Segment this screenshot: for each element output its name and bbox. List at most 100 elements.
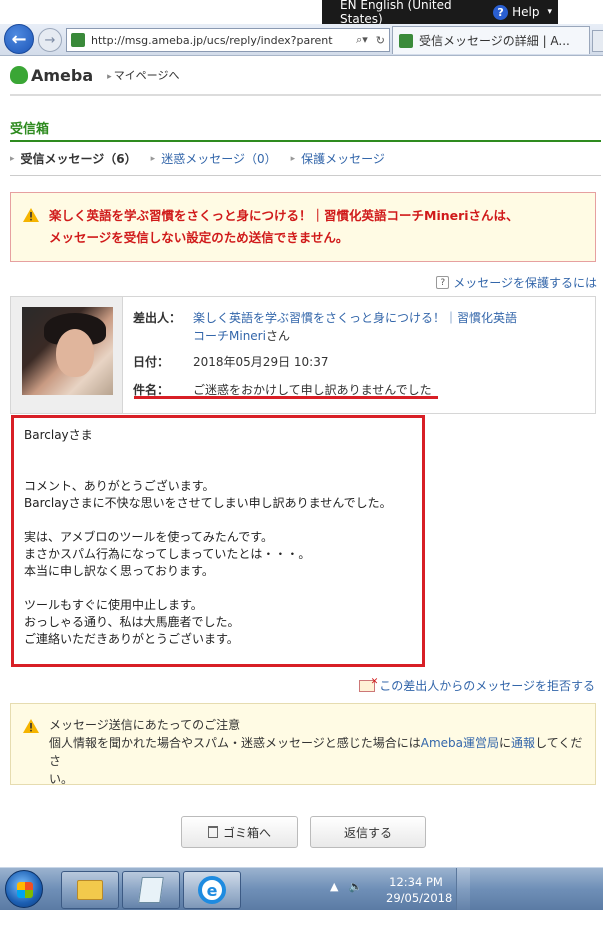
trash-button-label: ゴミ箱へ [222, 825, 271, 840]
body-line: おっしゃる通り、私は大馬鹿者でした。 [24, 615, 240, 629]
avatar[interactable] [22, 307, 113, 395]
taskbar-notepad-button[interactable] [122, 871, 180, 909]
date-row: 日付： 2018年05月29日 10:37 [133, 353, 595, 371]
warning-icon [23, 719, 39, 733]
show-desktop-button[interactable] [456, 868, 470, 911]
forward-button[interactable]: → [38, 28, 62, 52]
body-line: 実は、アメブロのツールを使ってみたんです。 [24, 530, 274, 544]
inbox-tabs: 受信メッセージ（6） 迷惑メッセージ（0） 保護メッセージ [10, 150, 385, 167]
help-label: Help [512, 5, 540, 19]
message-header: 差出人： 楽しく英語を学ぶ習慣をさくっと身につける！｜習慣化英語 コーチMine… [10, 296, 596, 414]
error-line-2: メッセージを受信しない設定のため送信できません。 [49, 230, 349, 245]
volume-icon[interactable]: 🔈 [348, 880, 362, 893]
ameba-support-link[interactable]: Ameba運営局 [421, 736, 499, 750]
tab-protected-messages[interactable]: 保護メッセージ [291, 150, 385, 167]
tab-inbox-messages[interactable]: 受信メッセージ（6） [10, 150, 137, 167]
sender-row: 差出人： 楽しく英語を学ぶ習慣をさくっと身につける！｜習慣化英語 コーチMine… [133, 309, 595, 345]
help-icon: ? [493, 4, 509, 20]
reply-button-label: 返信する [343, 825, 392, 840]
notice-text: メッセージ送信にあたってのご注意 個人情報を聞かれた場合やスパム・迷惑メッセージ… [49, 716, 585, 786]
sender-link-line2[interactable]: コーチMineri [193, 329, 266, 343]
message-body: Barclayさま コメント、ありがとうございます。 Barclayさまに不快な… [11, 415, 425, 667]
url-text: http://msg.ameba.jp/ucs/reply/index?pare… [91, 33, 333, 47]
report-link[interactable]: 通報 [511, 736, 535, 750]
block-sender-link[interactable]: この差出人からのメッセージを拒否する [359, 677, 595, 694]
taskbar-ie-button[interactable]: e [183, 871, 241, 909]
sender-avatar-cell [11, 297, 123, 413]
help-icon: ? [436, 276, 450, 289]
site-favicon-icon [71, 33, 85, 47]
start-button[interactable] [5, 870, 43, 908]
logo-text: Ameba [31, 65, 94, 85]
mypage-link[interactable]: マイページへ [107, 67, 180, 83]
sender-label: 差出人： [133, 311, 182, 325]
system-tray: ▲ 🔈 [330, 880, 362, 893]
notice-title: メッセージ送信にあたってのご注意 [49, 718, 241, 732]
body-line: ご連絡いただきありがとうございます。 [24, 632, 239, 646]
taskbar-explorer-button[interactable] [61, 871, 119, 909]
notice-body-pre: 個人情報を聞かれた場合やスパム・迷惑メッセージと感じた場合には [49, 736, 421, 750]
date-label: 日付： [133, 355, 170, 369]
error-alert: 楽しく英語を学ぶ習慣をさくっと身につける！｜習慣化英語コーチMineriさんは、… [10, 192, 596, 262]
refresh-icon[interactable]: ↻ [372, 34, 389, 47]
chevron-down-icon[interactable]: ▾ [547, 7, 558, 17]
clock-date: 29/05/2018 [386, 891, 453, 905]
clock-time: 12:34 PM [389, 875, 443, 889]
notice-body-mid: に [499, 736, 512, 750]
reply-button[interactable]: 返信する [310, 816, 426, 848]
block-sender-label: この差出人からのメッセージを拒否する [379, 679, 595, 693]
search-icon[interactable]: ⌕▾ [352, 33, 372, 47]
body-paragraph-1: コメント、ありがとうございます。 Barclayさまに不快な思いをさせてしまい申… [24, 478, 422, 512]
trash-button[interactable]: ゴミ箱へ [181, 816, 298, 848]
tab-spam-messages[interactable]: 迷惑メッセージ（0） [151, 150, 276, 167]
protect-link-label: メッセージを保護するには [453, 276, 597, 290]
notice-body-line2: い。 [49, 772, 74, 786]
tray-expand-icon[interactable]: ▲ [330, 880, 338, 893]
error-message: 楽しく英語を学ぶ習慣をさくっと身につける！｜習慣化英語コーチMineriさんは、… [49, 205, 519, 261]
windows-taskbar: e ▲ 🔈 12:34 PM 29/05/2018 [0, 867, 603, 911]
avatar-face [56, 329, 94, 377]
sender-value: 楽しく英語を学ぶ習慣をさくっと身につける！｜習慣化英語 コーチMineriさん [193, 309, 517, 345]
error-line-1: 楽しく英語を学ぶ習慣をさくっと身につける！｜習慣化英語コーチMineriさんは、 [49, 208, 519, 223]
bottom-blank [0, 910, 603, 936]
body-line: Barclayさまに不快な思いをさせてしまい申し訳ありませんでした。 [24, 496, 392, 510]
language-selector[interactable]: EN English (United States) [322, 0, 493, 26]
back-button[interactable]: ← [4, 24, 34, 54]
arrow-right-icon: → [44, 32, 56, 48]
protect-message-link[interactable]: ? メッセージを保護するには [436, 274, 597, 291]
body-paragraph-2: 実は、アメブロのツールを使ってみたんです。 まさかスパム行為になってしまっていた… [24, 529, 422, 580]
body-greeting: Barclayさま [24, 428, 93, 442]
address-bar[interactable]: http://msg.ameba.jp/ucs/reply/index?pare… [66, 28, 390, 52]
folder-icon [77, 880, 103, 900]
body-line: 本当に申し訳なく思っております。 [24, 564, 214, 578]
message-fields: 差出人： 楽しく英語を学ぶ習慣をさくっと身につける！｜習慣化英語 コーチMine… [123, 297, 595, 413]
tabs-divider [10, 175, 601, 176]
language-bar: EN English (United States) ? Help ▾ [322, 0, 558, 26]
notice-body: 個人情報を聞かれた場合やスパム・迷惑メッセージと感じた場合にはAmeba運営局に… [49, 734, 585, 788]
arrow-left-icon: ← [11, 28, 27, 50]
body-paragraph-3: ツールもすぐに使用中止します。 おっしゃる通り、私は大馬鹿者でした。 ご連絡いた… [24, 597, 422, 648]
mail-block-icon [359, 677, 378, 692]
subject-highlight-underline [134, 396, 438, 399]
body-line: まさかスパム行為になってしまっていたとは・・・。 [24, 547, 311, 561]
taskbar-clock[interactable]: 12:34 PM 29/05/2018 [386, 874, 453, 906]
sender-suffix: さん [265, 329, 290, 343]
tab-favicon-icon [399, 33, 413, 48]
body-line: コメント、ありがとうございます。 [24, 479, 215, 493]
browser-tab[interactable]: 受信メッセージの詳細 | A... [392, 26, 590, 54]
notice-box: メッセージ送信にあたってのご注意 個人情報を聞かれた場合やスパム・迷惑メッセージ… [10, 703, 596, 786]
site-header: Ameba マイページへ [0, 57, 603, 93]
page-title: 受信箱 [10, 122, 50, 137]
internet-explorer-icon: e [198, 876, 226, 904]
help-button[interactable]: ? Help [493, 4, 547, 20]
new-tab-button[interactable] [592, 30, 603, 52]
ameba-logo-icon [10, 66, 28, 84]
warning-icon [23, 208, 39, 222]
browser-toolbar: ← → http://msg.ameba.jp/ucs/reply/index?… [0, 24, 603, 56]
header-divider [10, 94, 601, 96]
sender-link-line1[interactable]: 楽しく英語を学ぶ習慣をさくっと身につける！｜習慣化英語 [193, 311, 517, 325]
tab-title: 受信メッセージの詳細 | A... [419, 34, 570, 48]
ameba-logo[interactable]: Ameba [10, 66, 93, 85]
trash-icon [207, 826, 218, 838]
title-divider [10, 140, 601, 142]
